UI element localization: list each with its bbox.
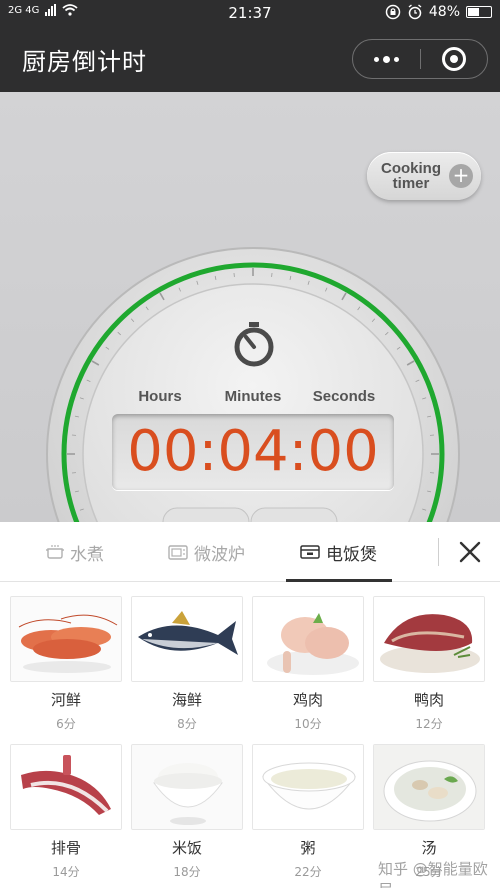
rice-cooker-icon xyxy=(300,545,320,559)
food-name: 河鲜 xyxy=(50,691,81,709)
food-item-rice[interactable]: 米饭 18分 xyxy=(131,744,243,880)
control-button-left[interactable] xyxy=(162,507,250,522)
target-icon xyxy=(441,47,466,71)
food-time: 14分 xyxy=(52,865,80,879)
tab-separator xyxy=(438,538,439,566)
status-right: 48% xyxy=(385,4,492,20)
tuna-image xyxy=(131,596,243,682)
close-mini-program-button[interactable] xyxy=(421,40,488,78)
shrimp-image xyxy=(10,596,122,682)
cooking-mode-sheet: 水煮 微波炉 电饭煲 河鲜 6分 海鲜 8分 鸡肉 10分 鸭肉 12分 排骨 … xyxy=(0,522,500,888)
close-sheet-button[interactable] xyxy=(448,530,492,574)
hours-label: Hours xyxy=(138,388,182,405)
seconds-label: Seconds xyxy=(312,388,376,405)
food-item-ribs[interactable]: 排骨 14分 xyxy=(10,744,122,880)
mode-tabs: 水煮 微波炉 电饭煲 xyxy=(0,522,500,582)
active-tab-indicator xyxy=(286,579,392,582)
food-name: 米饭 xyxy=(171,839,202,857)
food-item-duck[interactable]: 鸭肉 12分 xyxy=(373,596,485,732)
plus-icon: + xyxy=(449,164,473,188)
food-time: 6分 xyxy=(56,717,76,731)
alarm-icon xyxy=(408,4,422,20)
food-time: 22分 xyxy=(294,865,322,879)
microwave-icon xyxy=(168,544,188,560)
tab-microwave-label: 微波炉 xyxy=(194,544,245,565)
tab-boil[interactable]: 水煮 xyxy=(46,522,104,582)
control-button-right[interactable] xyxy=(250,507,338,522)
food-name: 海鲜 xyxy=(171,691,202,709)
food-item-porridge[interactable]: 粥 22分 xyxy=(252,744,364,880)
chicken-leg-image xyxy=(252,596,364,682)
food-time: 10分 xyxy=(294,717,322,731)
rice-bowl-image xyxy=(131,744,243,830)
food-name: 鸭肉 xyxy=(413,691,444,709)
more-button[interactable] xyxy=(353,40,420,78)
time-display[interactable]: 00:04:00 xyxy=(112,414,394,490)
close-icon xyxy=(459,541,481,563)
mini-program-capsule xyxy=(352,39,488,79)
food-name: 汤 xyxy=(421,839,437,857)
food-name: 粥 xyxy=(300,839,316,857)
pot-icon xyxy=(46,545,64,559)
food-time: 12分 xyxy=(415,717,443,731)
title-bar: 厨房倒计时 xyxy=(0,26,500,92)
cooking-timer-button[interactable]: Cooking timer + xyxy=(367,152,481,200)
tab-microwave[interactable]: 微波炉 xyxy=(168,522,245,582)
status-bar: 2G 4G 21:37 48% xyxy=(0,0,500,26)
battery-percent: 48% xyxy=(428,4,460,20)
cooking-timer-label: Cooking timer xyxy=(381,160,441,192)
food-item-river-fish[interactable]: 河鲜 6分 xyxy=(10,596,122,732)
more-dots-icon xyxy=(373,55,399,63)
timer-area: Cooking timer + Hours Minutes Seconds 00… xyxy=(0,92,500,522)
duck-breast-image xyxy=(373,596,485,682)
food-item-seafood[interactable]: 海鲜 8分 xyxy=(131,596,243,732)
food-time: 18分 xyxy=(173,865,201,879)
food-item-chicken[interactable]: 鸡肉 10分 xyxy=(252,596,364,732)
tab-boil-label: 水煮 xyxy=(70,544,104,565)
porridge-image xyxy=(252,744,364,830)
watermark: 知乎 @智能量欧尼 xyxy=(378,860,488,888)
soup-image xyxy=(373,744,485,830)
page-title: 厨房倒计时 xyxy=(22,48,147,76)
countdown-value: 00:04:00 xyxy=(127,419,379,484)
food-time: 8分 xyxy=(177,717,197,731)
tab-rice-cooker[interactable]: 电饭煲 xyxy=(300,522,377,582)
minutes-label: Minutes xyxy=(224,388,282,405)
food-name: 鸡肉 xyxy=(292,691,323,709)
lock-rotation-icon xyxy=(385,4,401,20)
ribs-image xyxy=(10,744,122,830)
food-name: 排骨 xyxy=(50,839,81,857)
tab-rice-cooker-label: 电饭煲 xyxy=(326,544,377,565)
battery-icon xyxy=(466,6,492,18)
